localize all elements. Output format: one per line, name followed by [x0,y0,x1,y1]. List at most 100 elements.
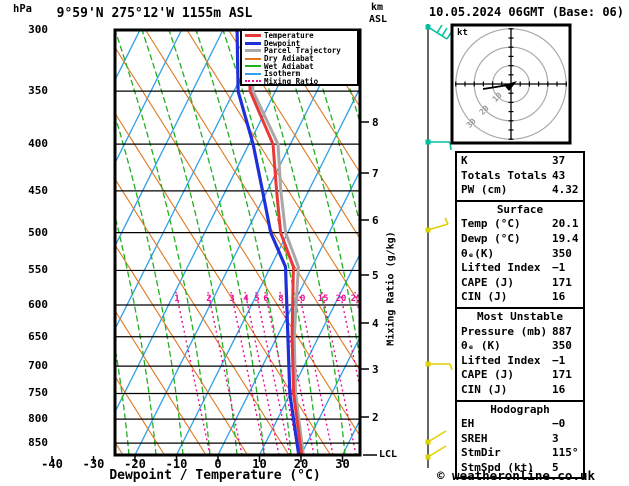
table-section: K 37 Totals Totals 43 PW (cm) 4.32 [455,151,585,202]
altitude-unit-km: km [371,2,384,13]
pressure-tick-label: 350 [28,84,48,98]
isotherm-line [115,30,266,331]
table-section: Most Unstable Pressure (mb) 887 θₑ (K) 350 Li… [455,306,585,402]
copyright-label: © weatheronline.co.uk [437,468,596,483]
table-row-value: −0 [552,417,566,431]
km-tick-label: 8 [372,116,379,129]
dewpoint-legend-line [245,41,261,45]
mixing-ratio-legend-line [245,80,261,83]
table-row: θₑ(K) 350 [457,247,583,262]
table-section-header: Surface [496,202,544,216]
wet-adiabat-line [115,213,157,455]
pressure-tick-label: 550 [28,263,48,277]
table-section-header: Hodograph [490,402,550,416]
station-title: 9°59'N 275°12'W 1155m ASL [56,6,253,21]
mixing-ratio-value-label: 6 [263,294,268,304]
table-row-value: 171 [552,368,572,382]
table-row-value: 16 [552,382,566,396]
parcel-trajectory-legend-line [245,49,261,53]
sounding-indices-table: K 37 Totals Totals 43 PW (cm) 4.32 Surface Temp… [455,151,585,480]
isotherm-line [258,252,360,455]
km-tick-label: 6 [372,214,379,227]
mixing-ratio-value-label: 15 [318,294,329,304]
dry-adiabat-line [186,30,360,306]
km-tick-label: 2 [372,411,379,424]
wind-barb-feather [441,27,448,37]
mixing-ratio-value-label: 3 [229,294,234,304]
table-row-label: CAPE (J) [461,275,514,289]
table-row-value: 171 [552,275,572,289]
pressure-tick-label: 700 [28,359,48,373]
skewt-sounding-page: 1 2 3 4 5 6 8 10 15 20 25 10 20 30 hPa 9°59'N 275°12'… [0,0,629,486]
table-row-value: 887 [552,324,572,338]
wet-adiabat-legend-line [245,65,261,68]
table-row-label: CAPE (J) [461,368,514,382]
legend-rows: Temperature Dewpoint Parcel Trajectory Dry … [242,32,357,85]
table-row-value: 37 [552,154,566,167]
table-row: StmDir 115° [457,446,583,461]
table-row: CAPE (J) 171 [457,276,583,291]
lcl-label: LCL [379,449,398,460]
table-row: CIN (J) 16 [457,383,583,398]
table-row-label: θₑ(K) [461,246,495,260]
table-row: Lifted Index −1 [457,261,583,276]
dry-adiabat-line [145,30,360,372]
table-row: PW (cm) 4.32 [457,183,583,198]
pressure-tick-label: 750 [28,386,48,400]
pressure-tick-label: 400 [28,137,48,151]
mixing-ratio-line [207,291,243,455]
dry-adiabat-line [115,178,290,455]
table-section-header: Most Unstable [476,309,564,323]
wet-adiabat-line [357,30,360,39]
table-row-value: 4.32 [552,183,579,197]
pressure-tick-label: 850 [28,436,48,450]
table-row-label: CIN (J) [461,382,508,396]
wind-barb-feather [449,363,453,371]
wind-barb [425,361,453,371]
mixing-ratio-value-label: 20 [336,294,347,304]
pressure-tick-label: 300 [28,23,48,36]
table-row: EH −0 [457,417,583,432]
pressure-tick-label: 800 [28,412,48,426]
table-row-label: Pressure (mb) [461,324,548,338]
km-tick-label: 7 [372,167,379,180]
table-row-value: 3 [552,431,559,445]
table-row-value: −1 [552,353,566,367]
pressure-tick-label: 650 [28,329,48,343]
table-row: θₑ (K) 350 [457,339,583,354]
wind-barb [425,24,453,40]
isotherm-legend-line [245,72,261,75]
pressure-tick-label: 600 [28,297,48,311]
table-row-label: Temp (°C) [461,217,521,231]
table-row-value: 19.4 [552,231,579,245]
table-row-value: 16 [552,290,566,304]
altitude-unit-asl: ASL [369,14,388,25]
table-row-value: 115° [552,446,579,460]
mixing-ratio-value-label: 5 [254,294,259,304]
table-row: CAPE (J) 171 [457,368,583,383]
table-row-label: EH [461,417,475,431]
legend-box: Temperature Dewpoint Parcel Trajectory Dry … [240,29,359,86]
mixing-ratio-line [298,291,334,455]
table-row-label: K [461,154,468,167]
table-row: SREH 3 [457,432,583,447]
hodograph-unit-label: kt [457,28,468,38]
pressure-unit-label: hPa [13,3,32,15]
mixing-ratio-value-label: 1 [174,294,179,304]
legend-item-label: Mixing Ratio [264,76,319,86]
wind-barb-feather [427,223,449,231]
wind-barb [425,217,449,233]
pressure-tick-label: 500 [28,225,48,239]
table-row-label: Totals Totals [461,168,548,182]
wind-barb-feather [436,24,443,34]
table-row-label: θₑ (K) [461,339,501,353]
table-row-value: 350 [552,339,572,353]
table-row-value: 20.1 [552,217,579,231]
table-row: K 37 [457,154,583,169]
datetime-label: 10.05.2024 06GMT (Base: 06) [428,5,624,19]
table-row: Dewp (°C) 19.4 [457,232,583,247]
mixing-ratio-value-label: 8 [278,294,283,304]
km-tick-label: 4 [372,317,379,330]
legend-item: Mixing Ratio [242,78,357,86]
table-row-value: −1 [552,261,566,275]
